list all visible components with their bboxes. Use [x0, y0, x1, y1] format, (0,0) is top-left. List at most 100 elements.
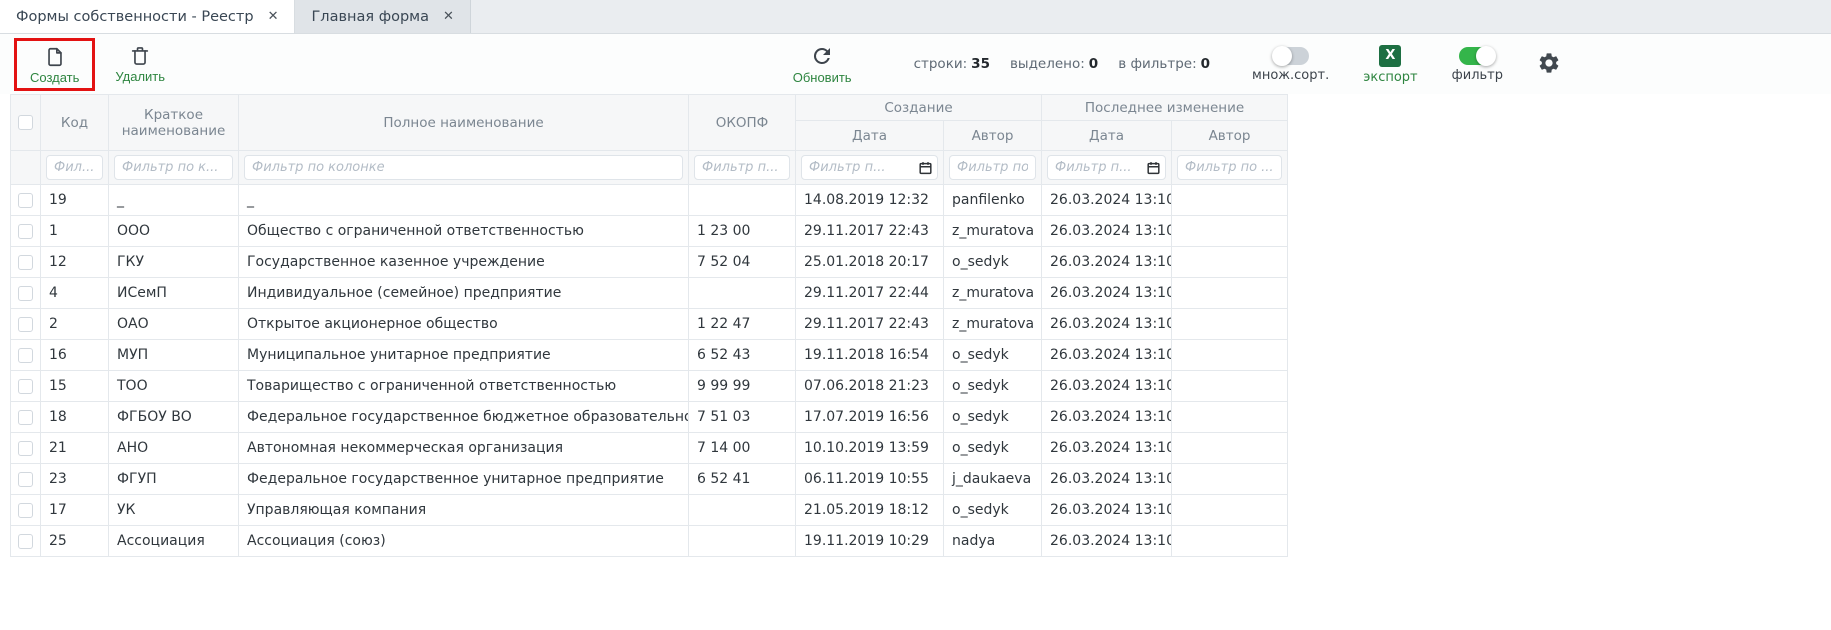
row-checkbox[interactable] — [18, 255, 33, 270]
column-header-code[interactable]: Код — [41, 95, 109, 151]
filter-input-created-author[interactable] — [949, 155, 1036, 180]
row-checkbox[interactable] — [18, 348, 33, 363]
toggle-off-icon[interactable] — [1273, 47, 1309, 65]
table-row[interactable]: 19__14.08.2019 12:32panfilenko26.03.2024… — [11, 185, 1288, 216]
column-header-short-name[interactable]: Краткое наименование — [109, 95, 239, 151]
table-row[interactable]: 4ИСемПИндивидуальное (семейное) предприя… — [11, 278, 1288, 309]
cell-full-name: Индивидуальное (семейное) предприятие — [239, 278, 689, 309]
select-all-checkbox[interactable] — [18, 115, 33, 130]
cell-okopf — [689, 278, 796, 309]
close-icon[interactable]: ✕ — [443, 10, 454, 23]
toggle-on-icon[interactable] — [1459, 47, 1495, 65]
close-icon[interactable]: ✕ — [268, 10, 279, 23]
cell-created-date: 19.11.2018 16:54 — [796, 340, 944, 371]
cell-full-name: Федеральное государственное унитарное пр… — [239, 464, 689, 495]
filter-spacer-cell — [11, 151, 41, 185]
row-select-cell — [11, 371, 41, 402]
table-row[interactable]: 15ТООТоварищество с ограниченной ответст… — [11, 371, 1288, 402]
cell-full-name: Автономная некоммерческая организация — [239, 433, 689, 464]
tab-forms-registry[interactable]: Формы собственности - Реестр ✕ — [0, 0, 295, 33]
row-checkbox[interactable] — [18, 472, 33, 487]
row-checkbox[interactable] — [18, 286, 33, 301]
cell-modified-date: 26.03.2024 13:10 — [1042, 278, 1172, 309]
row-checkbox[interactable] — [18, 317, 33, 332]
group-header-creation: Создание — [796, 95, 1042, 121]
cell-modified-date: 26.03.2024 13:10 — [1042, 247, 1172, 278]
filter-input-code[interactable] — [46, 155, 103, 180]
cell-modified-date: 26.03.2024 13:10 — [1042, 495, 1172, 526]
cell-code: 16 — [41, 340, 109, 371]
column-header-full-name[interactable]: Полное наименование — [239, 95, 689, 151]
row-select-cell — [11, 247, 41, 278]
filter-toggle[interactable]: фильтр — [1452, 47, 1503, 82]
column-header-created-date[interactable]: Дата — [796, 121, 944, 151]
row-checkbox[interactable] — [18, 410, 33, 425]
filter-input-modified-author[interactable] — [1177, 155, 1282, 180]
export-label: экспорт — [1363, 71, 1417, 84]
settings-button[interactable] — [1537, 51, 1561, 78]
cell-created-author: j_daukaeva — [944, 464, 1042, 495]
delete-button[interactable]: Удалить — [109, 43, 171, 85]
column-header-modified-author[interactable]: Автор — [1172, 121, 1288, 151]
column-header-created-author[interactable]: Автор — [944, 121, 1042, 151]
row-select-cell — [11, 340, 41, 371]
cell-code: 4 — [41, 278, 109, 309]
table-row[interactable]: 12ГКУГосударственное казенное учреждение… — [11, 247, 1288, 278]
filter-input-okopf[interactable] — [694, 155, 790, 180]
cell-created-date: 29.11.2017 22:43 — [796, 309, 944, 340]
column-header-okopf[interactable]: ОКОПФ — [689, 95, 796, 151]
row-checkbox[interactable] — [18, 441, 33, 456]
cell-created-date: 17.07.2019 16:56 — [796, 402, 944, 433]
cell-created-author: o_sedyk — [944, 495, 1042, 526]
cell-short-name: ГКУ — [109, 247, 239, 278]
cell-modified-date: 26.03.2024 13:10 — [1042, 526, 1172, 557]
cell-short-name: ФГУП — [109, 464, 239, 495]
row-select-cell — [11, 495, 41, 526]
table-row[interactable]: 18ФГБОУ ВОФедеральное государственное бю… — [11, 402, 1288, 433]
row-checkbox[interactable] — [18, 224, 33, 239]
tab-main-form[interactable]: Главная форма ✕ — [295, 0, 470, 33]
cell-created-date: 07.06.2018 21:23 — [796, 371, 944, 402]
cell-full-name: Ассоциация (союз) — [239, 526, 689, 557]
multisort-toggle[interactable]: множ.сорт. — [1252, 47, 1329, 82]
table-row[interactable]: 1ООООбщество с ограниченной ответственно… — [11, 216, 1288, 247]
table-row[interactable]: 23ФГУПФедеральное государственное унитар… — [11, 464, 1288, 495]
create-button[interactable]: Создать — [24, 44, 85, 86]
cell-code: 15 — [41, 371, 109, 402]
cell-short-name: Ассоциация — [109, 526, 239, 557]
cell-modified-author — [1172, 464, 1288, 495]
cell-created-date: 19.11.2019 10:29 — [796, 526, 944, 557]
cell-full-name: Государственное казенное учреждение — [239, 247, 689, 278]
cell-created-author: o_sedyk — [944, 247, 1042, 278]
cell-full-name: Общество с ограниченной ответственностью — [239, 216, 689, 247]
refresh-button[interactable]: Обновить — [787, 42, 858, 86]
export-button[interactable]: X экспорт — [1363, 45, 1417, 84]
table-row[interactable]: 16МУПМуниципальное унитарное предприятие… — [11, 340, 1288, 371]
column-header-modified-date[interactable]: Дата — [1042, 121, 1172, 151]
row-checkbox[interactable] — [18, 503, 33, 518]
table-row[interactable]: 17УКУправляющая компания21.05.2019 18:12… — [11, 495, 1288, 526]
filter-input-full-name[interactable] — [244, 155, 683, 180]
cell-created-date: 10.10.2019 13:59 — [796, 433, 944, 464]
cell-created-author: z_muratova — [944, 309, 1042, 340]
table-row[interactable]: 2ОАООткрытое акционерное общество1 22 47… — [11, 309, 1288, 340]
table-row[interactable]: 25АссоциацияАссоциация (союз)19.11.2019 … — [11, 526, 1288, 557]
calendar-icon[interactable] — [918, 160, 933, 175]
row-checkbox[interactable] — [18, 193, 33, 208]
cell-modified-date: 26.03.2024 13:10 — [1042, 464, 1172, 495]
cell-full-name: Муниципальное унитарное предприятие — [239, 340, 689, 371]
refresh-button-label: Обновить — [793, 71, 852, 84]
table-row[interactable]: 21АНОАвтономная некоммерческая организац… — [11, 433, 1288, 464]
row-checkbox[interactable] — [18, 379, 33, 394]
cell-modified-date: 26.03.2024 13:10 — [1042, 433, 1172, 464]
calendar-icon[interactable] — [1146, 160, 1161, 175]
cell-modified-date: 26.03.2024 13:10 — [1042, 402, 1172, 433]
in-filter-count: в фильтре:0 — [1118, 56, 1210, 72]
app-window: Формы собственности - Реестр ✕ Главная ф… — [0, 0, 1831, 630]
cell-okopf: 7 51 03 — [689, 402, 796, 433]
toolbar: Создать Удалить Обновить строки:35 — [0, 34, 1831, 94]
row-checkbox[interactable] — [18, 534, 33, 549]
row-select-cell — [11, 402, 41, 433]
filter-input-short-name[interactable] — [114, 155, 233, 180]
cell-modified-author — [1172, 247, 1288, 278]
